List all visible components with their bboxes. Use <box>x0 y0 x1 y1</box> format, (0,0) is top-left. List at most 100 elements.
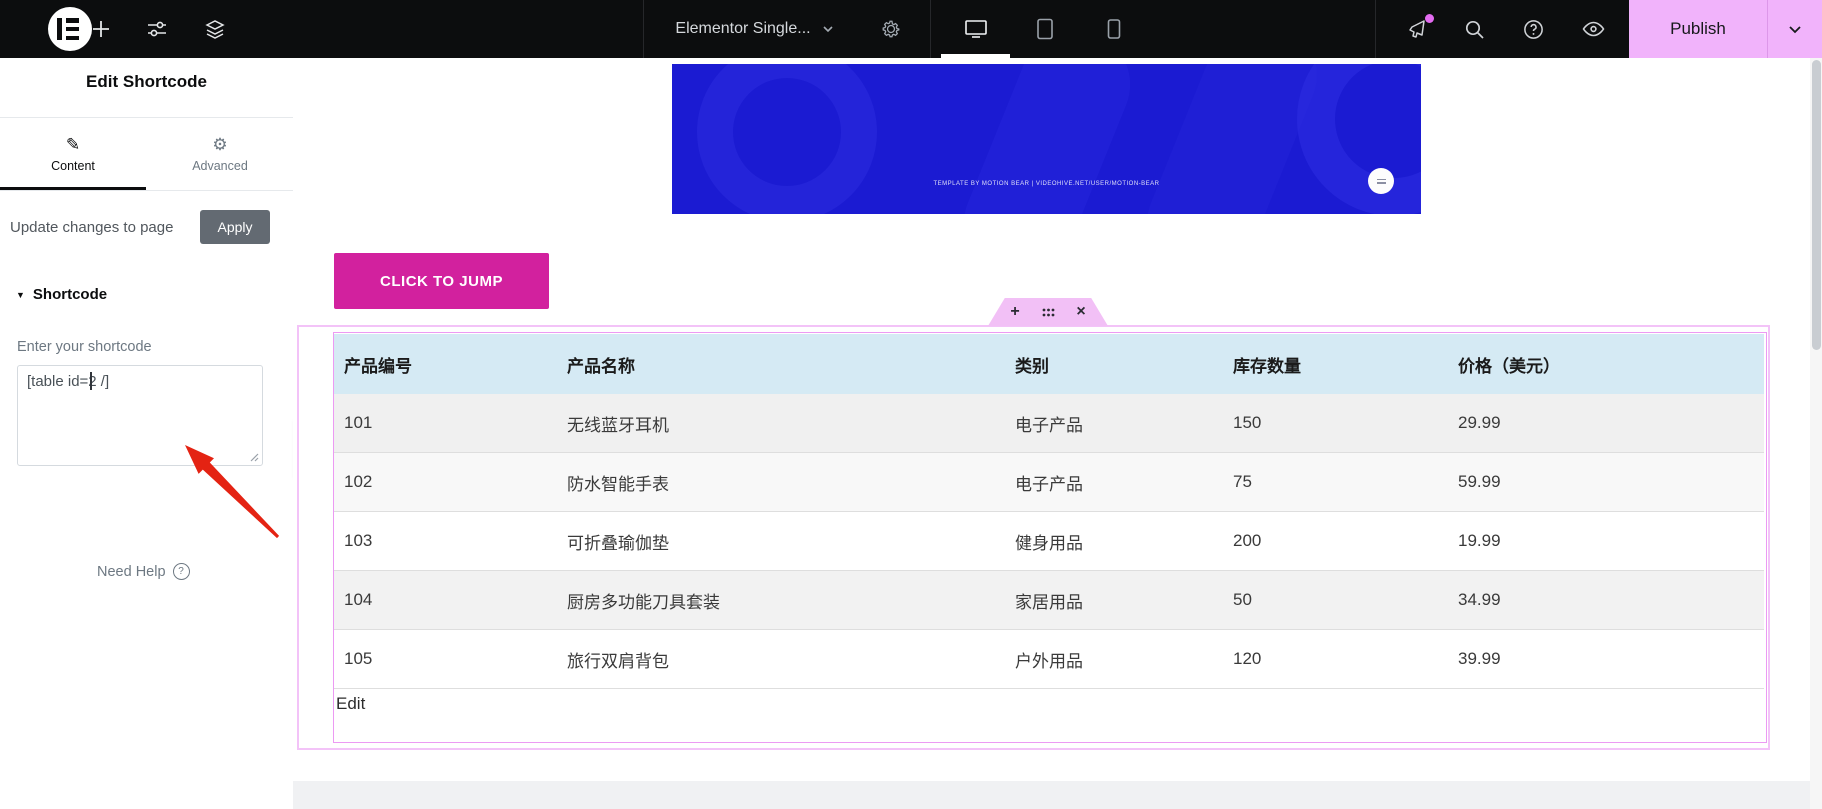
chevron-down-icon <box>1786 20 1804 38</box>
add-element-button[interactable] <box>82 0 120 58</box>
text-caret <box>90 372 92 390</box>
document-name-dropdown[interactable]: Elementor Single... <box>655 0 855 58</box>
help-icon <box>1522 18 1545 41</box>
site-settings-button[interactable] <box>138 0 176 58</box>
device-mobile-button[interactable] <box>1079 0 1148 58</box>
table-row: 103可折叠瑜伽垫健身用品20019.99 <box>334 512 1764 571</box>
scrollbar-thumb[interactable] <box>1812 60 1821 350</box>
table-row: 101无线蓝牙耳机电子产品15029.99 <box>334 394 1764 453</box>
banner-credit-text: TEMPLATE BY MOTION BEAR | VIDEOHIVE.NET/… <box>672 181 1421 187</box>
vertical-scrollbar <box>1810 58 1822 809</box>
table-cell: 19.99 <box>1448 512 1764 571</box>
tab-content[interactable]: ✎ Content <box>0 118 146 190</box>
caret-down-icon: ▼ <box>16 290 25 300</box>
table-cell: 50 <box>1223 571 1448 630</box>
finder-button[interactable] <box>1452 0 1496 58</box>
table-row: 104厨房多功能刀具套装家居用品5034.99 <box>334 571 1764 630</box>
elementor-editor: Elementor Single... <box>0 0 1822 809</box>
table-cell: 102 <box>334 453 557 512</box>
table-row: 102防水智能手表电子产品7559.99 <box>334 453 1764 512</box>
table-cell: 101 <box>334 394 557 453</box>
gear-icon <box>880 18 902 40</box>
mobile-icon <box>1106 17 1122 41</box>
page-settings-button[interactable] <box>870 0 912 58</box>
gear-icon: ⚙ <box>212 136 227 153</box>
publish-options-button[interactable] <box>1768 0 1822 58</box>
chevron-down-icon <box>821 22 835 36</box>
hero-banner-image: TEMPLATE BY MOTION BEAR | VIDEOHIVE.NET/… <box>672 64 1421 214</box>
table-cell: 户外用品 <box>1005 630 1223 689</box>
help-button[interactable] <box>1511 0 1555 58</box>
need-help-link[interactable]: Need Help ? <box>97 563 190 580</box>
publish-button[interactable]: Publish <box>1629 0 1767 58</box>
tab-content-label: Content <box>51 159 95 173</box>
table-cell: 39.99 <box>1448 630 1764 689</box>
help-circle-icon: ? <box>173 563 190 580</box>
need-help-label: Need Help <box>97 564 166 580</box>
table-cell: 旅行双肩背包 <box>557 630 1005 689</box>
table-cell: 34.99 <box>1448 571 1764 630</box>
page-bottom-area <box>293 781 1822 809</box>
apply-button[interactable]: Apply <box>200 210 270 244</box>
tablet-icon <box>1035 17 1055 41</box>
banner-artwork <box>672 64 1421 214</box>
table-cell: 厨房多功能刀具套装 <box>557 571 1005 630</box>
shortcode-section-header[interactable]: ▼ Shortcode <box>16 286 107 303</box>
table-cell: 103 <box>334 512 557 571</box>
click-to-jump-button[interactable]: CLICK TO JUMP <box>334 253 549 309</box>
table-row: 105旅行双肩背包户外用品12039.99 <box>334 630 1764 689</box>
document-name: Elementor Single... <box>675 20 810 38</box>
table-header-cell: 产品编号 <box>334 334 557 394</box>
delete-widget-button[interactable]: × <box>1073 304 1089 320</box>
device-tablet-button[interactable] <box>1010 0 1079 58</box>
tab-advanced[interactable]: ⚙ Advanced <box>147 118 293 190</box>
table-cell: 家居用品 <box>1005 571 1223 630</box>
update-changes-text: Update changes to page <box>10 219 173 236</box>
table-cell: 健身用品 <box>1005 512 1223 571</box>
edit-panel: Edit Shortcode ✎ Content ⚙ Advanced Upda… <box>0 58 294 809</box>
table-cell: 可折叠瑜伽垫 <box>557 512 1005 571</box>
table-header-cell: 价格（美元） <box>1448 334 1764 394</box>
panel-title: Edit Shortcode <box>0 72 293 92</box>
product-table: 产品编号产品名称类别库存数量价格（美元） 101无线蓝牙耳机电子产品15029.… <box>334 334 1764 689</box>
plus-icon <box>90 18 112 40</box>
table-cell: 电子产品 <box>1005 394 1223 453</box>
layers-icon <box>203 17 227 41</box>
device-desktop-button[interactable] <box>941 0 1010 58</box>
shortcode-input[interactable]: [table id=2 /] <box>17 365 263 466</box>
top-toolbar: Elementor Single... <box>0 0 1822 58</box>
notification-dot <box>1425 14 1434 23</box>
drag-handle[interactable] <box>1040 304 1056 320</box>
table-cell: 防水智能手表 <box>557 453 1005 512</box>
add-widget-button[interactable]: + <box>1007 304 1023 320</box>
structure-button[interactable] <box>196 0 234 58</box>
shortcode-value: [table id=2 /] <box>27 373 109 390</box>
table-header-cell: 类别 <box>1005 334 1223 394</box>
table-cell: 电子产品 <box>1005 453 1223 512</box>
tab-advanced-label: Advanced <box>192 159 248 173</box>
table-edit-link[interactable]: Edit <box>336 694 365 714</box>
publish-group: Publish <box>1629 0 1822 58</box>
table-cell: 105 <box>334 630 557 689</box>
desktop-icon <box>963 17 989 41</box>
table-cell: 120 <box>1223 630 1448 689</box>
resize-handle-icon <box>250 453 259 462</box>
whats-new-button[interactable] <box>1396 0 1440 58</box>
shortcode-field-label: Enter your shortcode <box>17 339 152 355</box>
widget-handle: + × <box>988 298 1108 326</box>
table-cell: 无线蓝牙耳机 <box>557 394 1005 453</box>
eye-icon <box>1581 18 1606 40</box>
elementor-menu-button[interactable] <box>20 0 80 58</box>
pencil-icon: ✎ <box>66 136 80 153</box>
table-cell: 200 <box>1223 512 1448 571</box>
table-cell: 104 <box>334 571 557 630</box>
table-header-row: 产品编号产品名称类别库存数量价格（美元） <box>334 334 1764 394</box>
table-cell: 59.99 <box>1448 453 1764 512</box>
table-cell: 150 <box>1223 394 1448 453</box>
editor-canvas: TEMPLATE BY MOTION BEAR | VIDEOHIVE.NET/… <box>293 58 1822 809</box>
table-header-cell: 产品名称 <box>557 334 1005 394</box>
banner-sound-button <box>1368 168 1394 194</box>
table-cell: 29.99 <box>1448 394 1764 453</box>
preview-button[interactable] <box>1571 0 1615 58</box>
drag-dots-icon <box>1042 308 1055 317</box>
